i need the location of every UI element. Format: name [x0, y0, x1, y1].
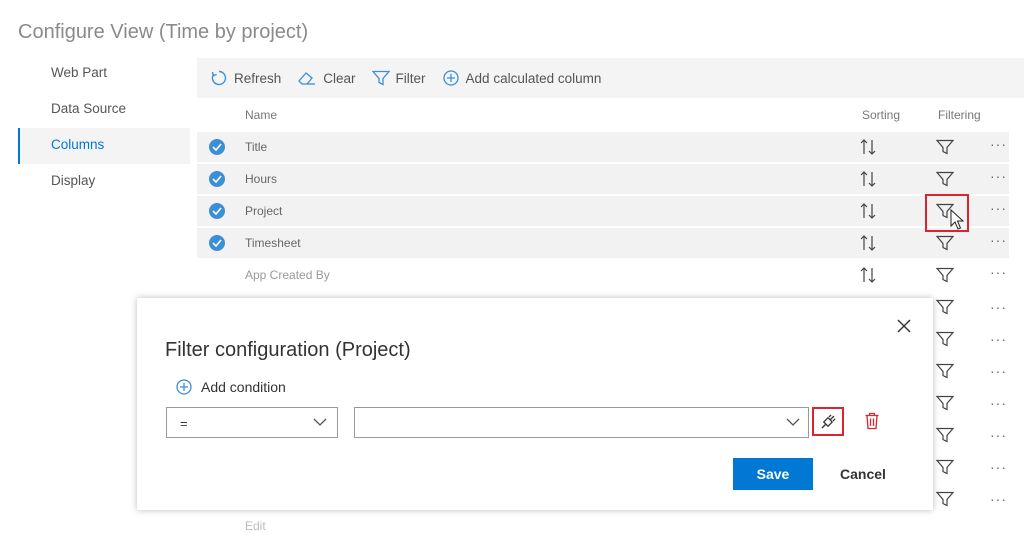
close-icon[interactable]: [894, 316, 914, 336]
ellipsis-icon[interactable]: ···: [990, 264, 1007, 280]
sort-arrows-icon[interactable]: [860, 170, 876, 188]
add-calculated-column-button[interactable]: Add calculated column: [442, 69, 602, 87]
row-name: Title: [245, 140, 268, 154]
add-condition-label: Add condition: [201, 379, 286, 395]
row-name: Project: [245, 204, 283, 218]
ellipsis-icon[interactable]: ···: [990, 395, 1007, 411]
refresh-button[interactable]: Refresh: [210, 69, 281, 87]
ellipsis-icon[interactable]: ···: [990, 331, 1007, 347]
ellipsis-icon[interactable]: ···: [990, 363, 1007, 379]
mouse-cursor-icon: [950, 209, 964, 230]
cancel-button[interactable]: Cancel: [823, 458, 903, 490]
funnel-icon[interactable]: [936, 427, 954, 443]
nav-item-data-source[interactable]: Data Source: [18, 92, 190, 128]
checkmark-icon[interactable]: [209, 203, 225, 219]
nav-item-columns[interactable]: Columns: [18, 128, 190, 164]
dialog-title: Filter configuration (Project): [165, 338, 411, 361]
ellipsis-icon[interactable]: ···: [990, 136, 1007, 152]
table-row[interactable]: Project ···: [197, 196, 1009, 226]
trash-icon[interactable]: [864, 412, 880, 430]
operator-dropdown[interactable]: =: [166, 407, 338, 438]
table-row[interactable]: Hours ···: [197, 164, 1009, 194]
dynamic-value-button[interactable]: [812, 407, 844, 436]
ellipsis-icon[interactable]: ···: [990, 168, 1007, 184]
row-name: Hours: [245, 172, 278, 186]
plus-circle-icon: [442, 70, 459, 86]
plug-icon: [821, 414, 836, 428]
funnel-icon[interactable]: [936, 459, 954, 475]
filter-label: Filter: [395, 70, 426, 86]
chevron-down-icon: [786, 418, 800, 426]
filter-configuration-dialog: Filter configuration (Project) Add condi…: [137, 298, 933, 510]
row-name: App Created By: [245, 268, 330, 282]
value-dropdown[interactable]: [354, 407, 809, 438]
column-header-name: Name: [245, 108, 278, 122]
config-nav: Web Part Data Source Columns Display: [18, 56, 190, 200]
clear-button[interactable]: Clear: [297, 70, 356, 86]
funnel-icon[interactable]: [936, 139, 954, 155]
table-row[interactable]: Title ···: [197, 132, 1009, 162]
funnel-icon[interactable]: [936, 331, 954, 347]
chevron-down-icon: [313, 418, 327, 426]
add-condition-button[interactable]: Add condition: [175, 378, 286, 396]
column-header-filtering: Filtering: [938, 108, 981, 122]
sort-arrows-icon[interactable]: [860, 138, 876, 156]
sort-arrows-icon[interactable]: [860, 266, 876, 284]
table-row[interactable]: App Created By ···: [197, 260, 1009, 290]
clear-label: Clear: [323, 70, 356, 86]
operator-value: =: [180, 416, 188, 431]
page-title: Configure View (Time by project): [18, 21, 309, 44]
funnel-icon[interactable]: [936, 395, 954, 411]
funnel-icon[interactable]: [936, 299, 954, 315]
sort-arrows-icon[interactable]: [860, 202, 876, 220]
row-name: Edit: [245, 519, 266, 533]
funnel-icon: [371, 70, 390, 86]
nav-item-web-part[interactable]: Web Part: [18, 56, 190, 92]
funnel-icon[interactable]: [936, 235, 954, 251]
funnel-icon[interactable]: [936, 171, 954, 187]
row-name: Timesheet: [245, 236, 301, 250]
funnel-icon[interactable]: [936, 491, 954, 507]
ellipsis-icon[interactable]: ···: [990, 491, 1007, 507]
ellipsis-icon[interactable]: ···: [990, 200, 1007, 216]
checkmark-icon[interactable]: [209, 171, 225, 187]
ellipsis-icon[interactable]: ···: [990, 299, 1007, 315]
ellipsis-icon[interactable]: ···: [990, 427, 1007, 443]
table-row[interactable]: Timesheet ···: [197, 228, 1009, 258]
add-calculated-column-label: Add calculated column: [465, 70, 602, 86]
column-header-sorting: Sorting: [862, 108, 901, 122]
ellipsis-icon[interactable]: ···: [990, 459, 1007, 475]
funnel-icon[interactable]: [936, 267, 954, 283]
ellipsis-icon[interactable]: ···: [990, 232, 1007, 248]
nav-item-display[interactable]: Display: [18, 164, 190, 200]
refresh-label: Refresh: [234, 70, 282, 86]
toolbar: Refresh Clear Filter Add calculated colu…: [197, 58, 1024, 98]
checkmark-icon[interactable]: [209, 139, 225, 155]
plus-circle-icon: [176, 379, 192, 395]
sort-arrows-icon[interactable]: [860, 234, 876, 252]
refresh-icon: [211, 70, 227, 86]
funnel-icon[interactable]: [936, 363, 954, 379]
filter-button[interactable]: Filter: [371, 70, 426, 86]
checkmark-icon[interactable]: [209, 235, 225, 251]
eraser-icon: [298, 72, 316, 85]
save-button[interactable]: Save: [733, 458, 813, 490]
